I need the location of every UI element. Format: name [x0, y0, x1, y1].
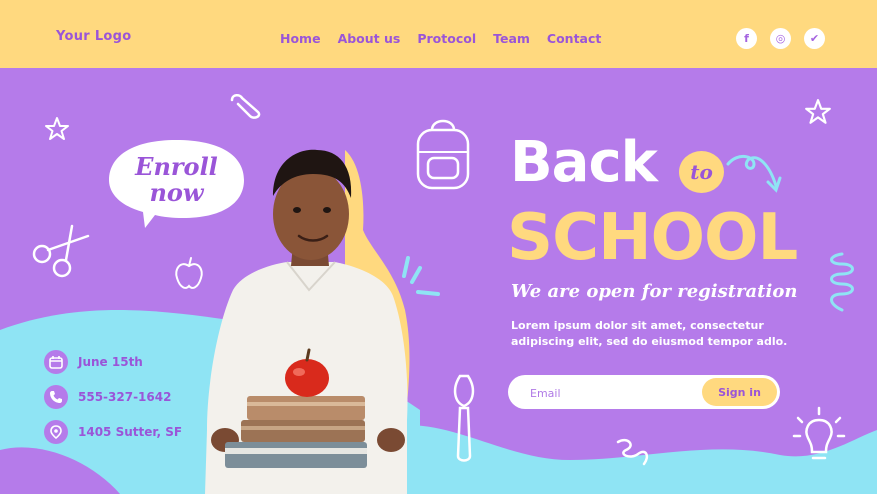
main-nav: Home About us Protocol Team Contact	[280, 31, 601, 46]
info-date: June 15th	[44, 350, 143, 374]
lightbulb-doodle-icon	[792, 406, 846, 460]
nav-team[interactable]: Team	[493, 31, 530, 46]
info-address: 1405 Sutter, SF	[44, 420, 182, 444]
twitter-icon[interactable]: ✔	[804, 28, 825, 49]
phone-text: 555-327-1642	[78, 390, 172, 404]
nav-protocol[interactable]: Protocol	[417, 31, 476, 46]
email-signup-form: Sign in	[508, 375, 780, 409]
calendar-icon	[44, 350, 68, 374]
date-text: June 15th	[78, 355, 143, 369]
student-photo	[205, 149, 410, 494]
phone-icon	[44, 385, 68, 409]
backpack-doodle-icon	[416, 119, 470, 190]
paperclip-doodle-icon	[230, 94, 261, 119]
instagram-icon[interactable]: ◎	[770, 28, 791, 49]
header-bar: Your Logo Home About us Protocol Team Co…	[0, 0, 877, 68]
facebook-icon[interactable]: f	[736, 28, 757, 49]
logo[interactable]: Your Logo	[56, 29, 132, 44]
location-pin-icon	[44, 420, 68, 444]
squiggle-doodle-icon	[616, 438, 649, 466]
nav-home[interactable]: Home	[280, 31, 321, 46]
arrow-squiggle-doodle-icon	[726, 155, 782, 193]
star-doodle-right-icon	[805, 99, 831, 124]
hero-body-text: Lorem ipsum dolor sit amet, consectetur …	[511, 319, 788, 348]
sign-in-button[interactable]: Sign in	[702, 378, 777, 406]
nav-about-us[interactable]: About us	[338, 31, 401, 46]
address-text: 1405 Sutter, SF	[78, 425, 183, 439]
hero-subtitle: We are open for registration	[511, 281, 798, 302]
spiral-doodle-icon	[830, 252, 854, 312]
star-doodle-icon	[45, 117, 69, 140]
nav-contact[interactable]: Contact	[547, 31, 601, 46]
email-input[interactable]	[528, 383, 702, 403]
hero-title-to-badge: to	[679, 151, 724, 193]
info-phone: 555-327-1642	[44, 385, 171, 409]
hero-title-school: SCHOOL	[507, 201, 798, 275]
paintbrush-doodle-icon	[453, 374, 475, 462]
hero-title-back: Back	[510, 130, 658, 195]
scissors-doodle-icon	[32, 224, 90, 278]
landing-page: Your Logo Home About us Protocol Team Co…	[0, 0, 877, 494]
